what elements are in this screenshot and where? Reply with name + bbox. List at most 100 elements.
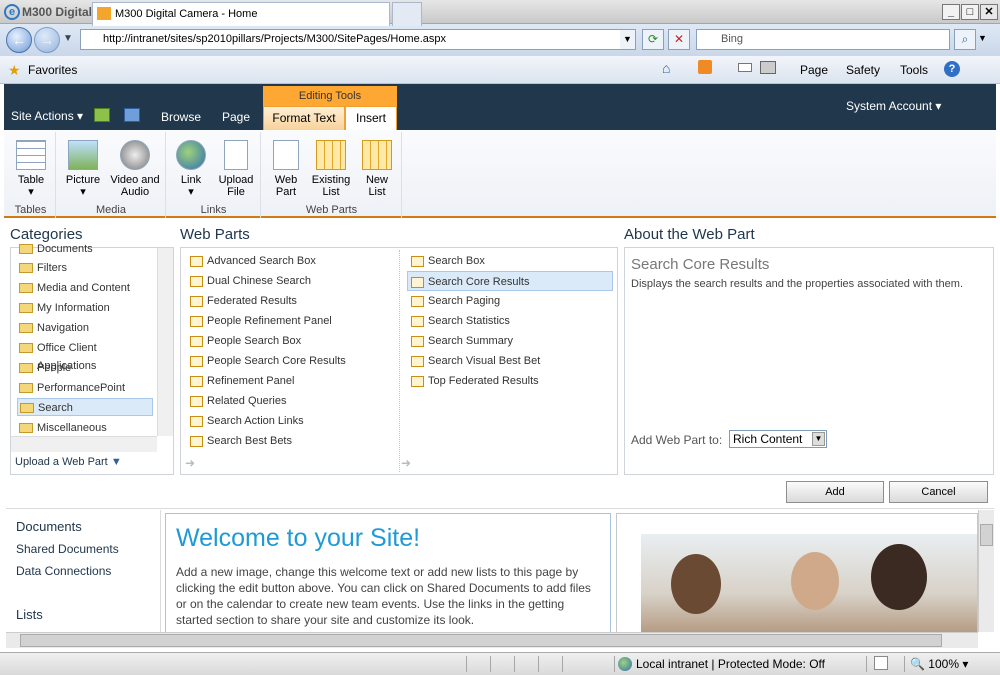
webpart-search-best-bets[interactable]: Search Best Bets (187, 431, 292, 451)
upload-web-part-link[interactable]: Upload a Web Part ▼ (15, 456, 165, 468)
webpart-top-federated-results[interactable]: Top Federated Results (408, 371, 539, 391)
url-field[interactable]: http://intranet/sites/sp2010pillars/Proj… (80, 29, 636, 50)
home-icon[interactable]: ⌂ (662, 60, 670, 76)
webpart-search-statistics[interactable]: Search Statistics (408, 311, 510, 331)
webpart-search-box[interactable]: Search Box (408, 251, 485, 271)
webpart-people-refinement-panel[interactable]: People Refinement Panel (187, 311, 332, 331)
next-page-arrow-icon[interactable]: ➜ (401, 456, 411, 470)
category-media-content[interactable]: Media and Content (17, 279, 153, 297)
protected-mode-icon[interactable] (874, 656, 888, 670)
quicklaunch-documents[interactable]: Documents (16, 519, 82, 534)
scrollbar-thumb[interactable] (980, 524, 993, 546)
user-menu[interactable]: System Account ▾ (846, 99, 941, 113)
search-input[interactable]: Bing (696, 29, 950, 50)
refresh-button[interactable]: ⟳ (642, 29, 664, 50)
safety-menu[interactable]: Safety (846, 63, 880, 77)
tab-browse[interactable]: Browse (152, 106, 210, 130)
add-to-select[interactable]: Rich Content ▼ (729, 430, 827, 448)
mail-icon[interactable] (738, 63, 752, 72)
cancel-button[interactable]: Cancel (889, 481, 988, 503)
print-icon[interactable] (760, 61, 776, 74)
security-zone-text: Local intranet | Protected Mode: Off (636, 657, 825, 671)
group-tables: Table ▾ Tables (6, 132, 56, 218)
forward-button[interactable]: → (34, 27, 60, 53)
web-part-icon (273, 140, 299, 170)
page-menu[interactable]: Page (800, 63, 828, 77)
chevron-down-icon[interactable]: ▼ (812, 432, 825, 446)
browser-tab-home[interactable]: M300 Digital Camera - Home (92, 2, 390, 26)
page-horizontal-scrollbar[interactable] (6, 632, 978, 648)
welcome-web-part: Welcome to your Site! Add a new image, c… (165, 513, 611, 633)
picture-button[interactable]: Picture ▾ (61, 140, 105, 198)
tab-page[interactable]: Page (214, 106, 258, 130)
close-button[interactable]: ✕ (980, 4, 998, 20)
web-part-icon (190, 396, 203, 407)
quicklaunch-shared-documents[interactable]: Shared Documents (16, 542, 119, 556)
search-icon[interactable]: ⌕ (954, 29, 976, 50)
webpart-search-visual-best-bet[interactable]: Search Visual Best Bet (408, 351, 540, 371)
quicklaunch-lists[interactable]: Lists (16, 607, 43, 622)
about-web-part-name: Search Core Results (631, 256, 770, 273)
tools-menu[interactable]: Tools (900, 63, 928, 77)
web-part-icon (411, 336, 424, 347)
webpart-advanced-search-box[interactable]: Advanced Search Box (187, 251, 316, 271)
group-web-parts: Web Part Existing List New List Web Part… (262, 132, 402, 218)
webpart-federated-results[interactable]: Federated Results (187, 291, 297, 311)
table-button[interactable]: Table ▾ (10, 140, 52, 198)
existing-list-icon (316, 140, 346, 170)
recent-pages-chevron-icon[interactable]: ▼ (63, 33, 73, 44)
new-list-button[interactable]: New List (356, 140, 398, 198)
feeds-icon[interactable] (698, 60, 712, 74)
tab-insert[interactable]: Insert (345, 106, 397, 130)
webpart-dual-chinese-search[interactable]: Dual Chinese Search (187, 271, 311, 291)
webpart-search-summary[interactable]: Search Summary (408, 331, 513, 351)
favorites-star-icon[interactable]: ★ (8, 62, 21, 79)
search-options-chevron-icon[interactable]: ▼ (978, 33, 987, 43)
category-search[interactable]: Search (17, 398, 153, 416)
category-filters[interactable]: Filters (17, 259, 153, 277)
help-icon[interactable]: ? (944, 61, 960, 77)
zoom-control[interactable]: 🔍 100% ▾ (910, 657, 968, 671)
existing-list-button[interactable]: Existing List (308, 140, 354, 198)
group-label-media: Media (96, 204, 126, 216)
tab-format-text[interactable]: Format Text (263, 106, 345, 130)
url-dropdown-icon[interactable]: ▼ (620, 29, 636, 50)
category-office-client[interactable]: Office Client Applications (17, 339, 153, 372)
person-shape (871, 544, 927, 610)
category-documents[interactable]: Documents (17, 240, 153, 258)
scrollbar-thumb[interactable] (20, 634, 942, 647)
minimize-button[interactable]: _ (942, 4, 960, 20)
upload-file-button[interactable]: Upload File (213, 140, 259, 198)
site-actions-menu[interactable]: Site Actions ▾ (11, 109, 83, 123)
maximize-button[interactable]: □ (961, 4, 979, 20)
back-button[interactable]: ← (6, 27, 32, 53)
webpart-people-search-core-results[interactable]: People Search Core Results (187, 351, 346, 371)
new-tab-button[interactable] (392, 2, 422, 26)
webpart-refinement-panel[interactable]: Refinement Panel (187, 371, 294, 391)
link-button[interactable]: Link ▾ (171, 140, 211, 198)
category-navigation[interactable]: Navigation (17, 319, 153, 337)
web-part-icon (411, 277, 424, 288)
stop-button[interactable]: ✕ (668, 29, 690, 50)
webpart-search-core-results[interactable]: Search Core Results (407, 271, 613, 291)
add-button[interactable]: Add (786, 481, 884, 503)
categories-hscrollbar[interactable] (11, 436, 157, 452)
webpart-related-queries[interactable]: Related Queries (187, 391, 287, 411)
webpart-search-paging[interactable]: Search Paging (408, 291, 500, 311)
category-people[interactable]: People (17, 359, 153, 377)
page-vertical-scrollbar[interactable] (978, 510, 994, 632)
edit-page-icon[interactable] (124, 108, 140, 122)
quicklaunch-data-connections[interactable]: Data Connections (16, 564, 111, 578)
categories-scrollbar[interactable] (157, 248, 173, 436)
category-miscellaneous[interactable]: Miscellaneous (17, 419, 153, 437)
previous-page-arrow-icon[interactable]: ➜ (185, 456, 195, 470)
web-part-button[interactable]: Web Part (266, 140, 306, 198)
video-audio-button[interactable]: Video and Audio (107, 140, 163, 198)
category-my-information[interactable]: My Information (17, 299, 153, 317)
favorites-button[interactable]: Favorites (28, 63, 77, 77)
video-audio-icon (120, 140, 150, 170)
webpart-search-action-links[interactable]: Search Action Links (187, 411, 304, 431)
navigate-up-icon[interactable] (94, 108, 110, 122)
category-performancepoint[interactable]: PerformancePoint (17, 379, 153, 397)
webpart-people-search-box[interactable]: People Search Box (187, 331, 301, 351)
